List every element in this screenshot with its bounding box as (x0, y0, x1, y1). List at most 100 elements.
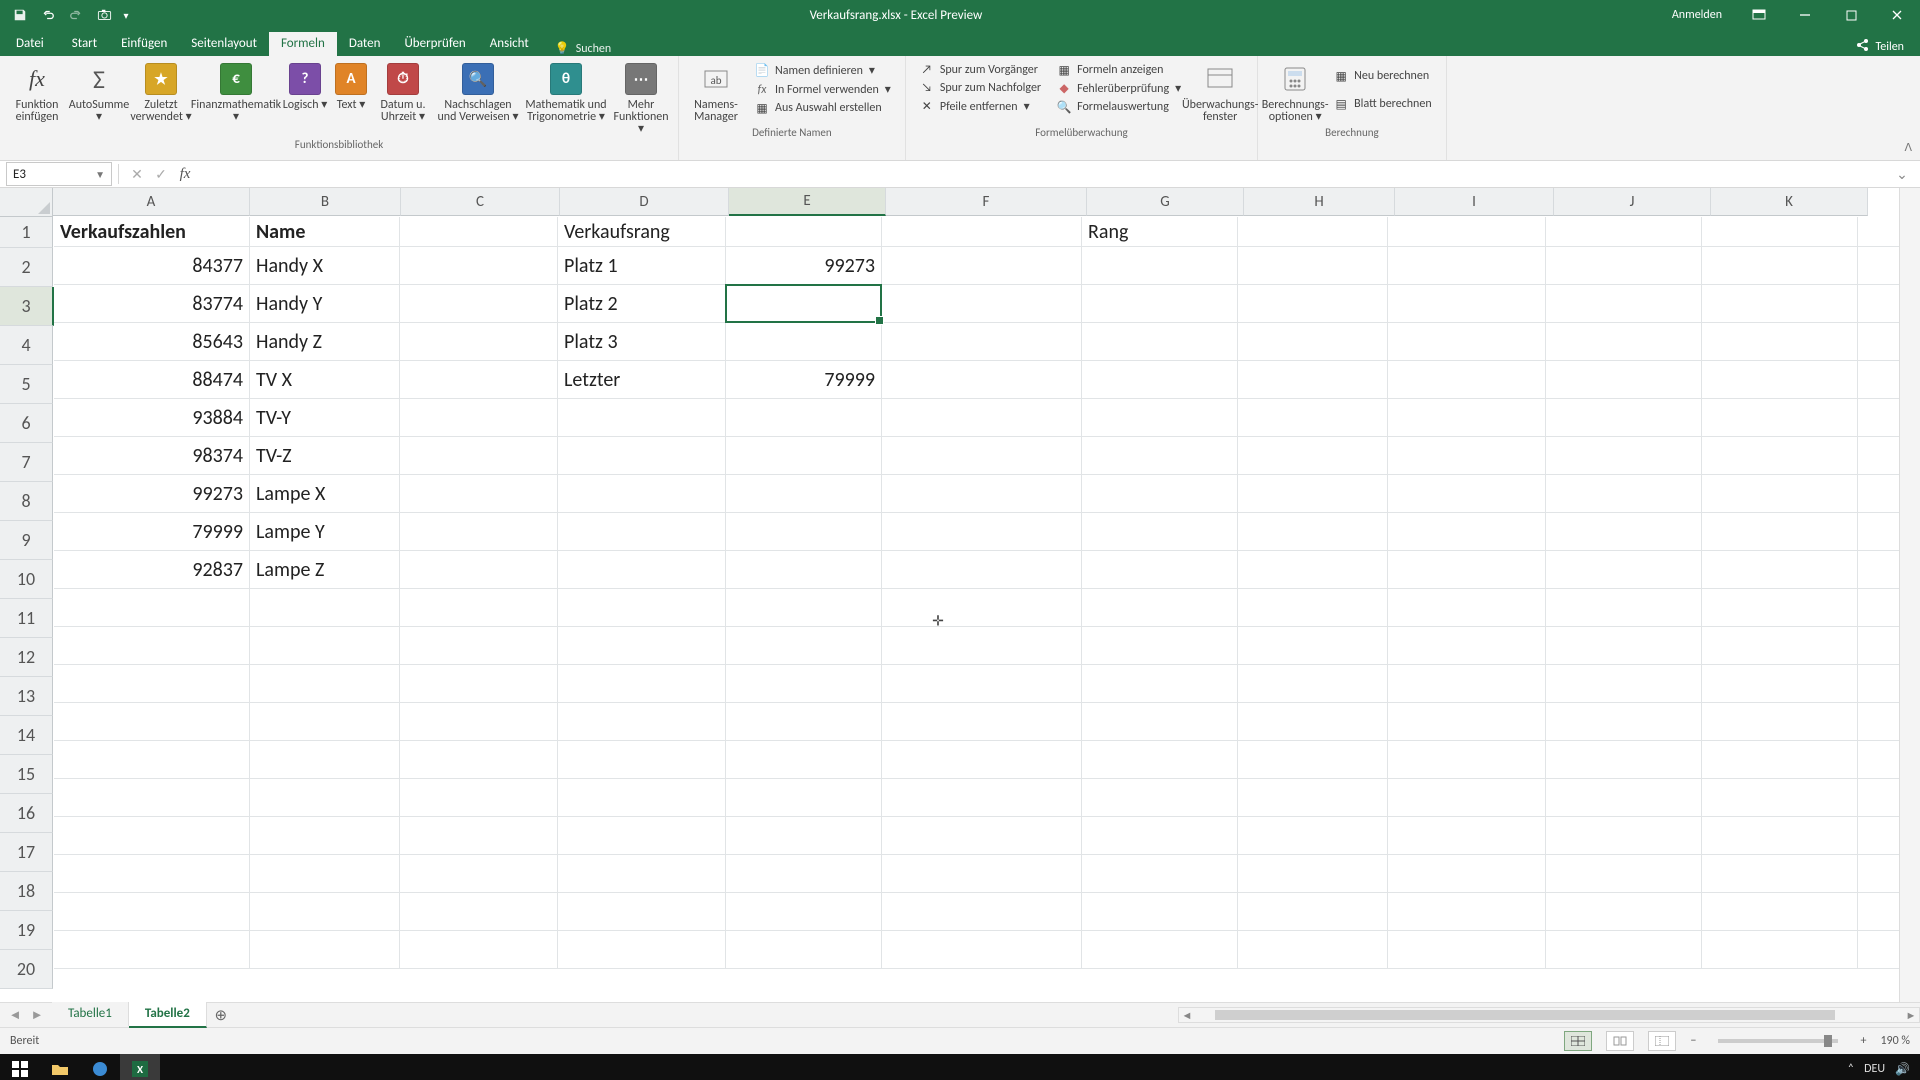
spreadsheet-grid[interactable]: ABCDEFGHIJK 1234567891011121314151617181… (0, 188, 1920, 1002)
tab-überprüfen[interactable]: Überprüfen (392, 32, 477, 56)
cell-D5[interactable]: Letzter (558, 361, 726, 399)
row-header-13[interactable]: 13 (0, 677, 53, 716)
page-break-view-button[interactable] (1648, 1031, 1676, 1051)
lookup-button[interactable]: 🔍Nachschlagenund Verweisen ▾ (434, 59, 522, 123)
use-in-formula-button[interactable]: fxIn Formel verwenden ▾ (755, 82, 891, 97)
tray-lang[interactable]: DEU (1864, 1062, 1885, 1076)
row-header-8[interactable]: 8 (0, 482, 53, 521)
excel-taskbar-icon[interactable]: X (120, 1054, 160, 1080)
calculation-options-button[interactable]: Berechnungs-optionen ▾ (1264, 59, 1326, 123)
expand-formula-bar-icon[interactable]: ⌄ (1890, 166, 1914, 183)
vertical-scrollbar[interactable] (1899, 188, 1920, 1002)
sheet-nav-prev-icon[interactable]: ◄ (4, 1007, 26, 1023)
page-layout-view-button[interactable] (1606, 1031, 1634, 1051)
col-header-E[interactable]: E (729, 188, 886, 216)
cell-A8[interactable]: 99273 (54, 475, 250, 513)
name-manager-button[interactable]: abNamens-Manager (685, 59, 747, 123)
row-header-2[interactable]: 2 (0, 248, 53, 287)
qat-customize-icon[interactable]: ▾ (118, 0, 134, 30)
zoom-level[interactable]: 190 % (1880, 1034, 1910, 1048)
row-header-14[interactable]: 14 (0, 716, 53, 755)
remove-arrows-button[interactable]: ✕Pfeile entfernen ▾ (920, 99, 1041, 114)
calculate-now-button[interactable]: ▦Neu berechnen (1334, 69, 1431, 83)
tab-seitenlayout[interactable]: Seitenlayout (179, 32, 269, 56)
row-header-1[interactable]: 1 (0, 217, 53, 248)
formula-input[interactable] (197, 163, 1890, 185)
date-time-button[interactable]: ⏱Datum u.Uhrzeit ▾ (372, 59, 434, 123)
row-header-16[interactable]: 16 (0, 794, 53, 833)
tab-formeln[interactable]: Formeln (269, 32, 337, 56)
create-from-selection-button[interactable]: ▦Aus Auswahl erstellen (755, 101, 891, 115)
row-header-18[interactable]: 18 (0, 872, 53, 911)
trace-precedents-button[interactable]: ↗Spur zum Vorgänger (920, 63, 1041, 77)
cell-A10[interactable]: 92837 (54, 551, 250, 589)
close-icon[interactable] (1874, 0, 1920, 30)
col-header-D[interactable]: D (560, 188, 729, 216)
collapse-ribbon-icon[interactable]: ᐱ (1904, 141, 1912, 154)
define-name-button[interactable]: 📄Namen definieren ▾ (755, 63, 891, 78)
col-header-J[interactable]: J (1554, 188, 1711, 216)
share-button[interactable]: Teilen (1839, 38, 1920, 56)
camera-icon[interactable] (90, 0, 118, 30)
new-sheet-button[interactable]: ⊕ (207, 1006, 235, 1025)
watch-window-button[interactable]: Überwachungs-fenster (1189, 59, 1251, 123)
logical-button[interactable]: ?Logisch ▾ (280, 59, 330, 111)
cell-D2[interactable]: Platz 1 (558, 247, 726, 285)
cell-B7[interactable]: TV-Z (250, 437, 400, 475)
col-header-B[interactable]: B (250, 188, 401, 216)
row-header-9[interactable]: 9 (0, 521, 53, 560)
cell-A5[interactable]: 88474 (54, 361, 250, 399)
normal-view-button[interactable] (1564, 1031, 1592, 1051)
evaluate-formula-button[interactable]: 🔍Formelauswertung (1057, 100, 1181, 114)
row-header-19[interactable]: 19 (0, 911, 53, 950)
calculate-sheet-button[interactable]: ▤Blatt berechnen (1334, 97, 1431, 111)
cell-B3[interactable]: Handy Y (250, 285, 400, 323)
tray-volume-icon[interactable]: 🔊 (1895, 1062, 1910, 1077)
cell-D3[interactable]: Platz 2 (558, 285, 726, 323)
sheet-tab-tabelle2[interactable]: Tabelle2 (129, 1001, 207, 1028)
row-header-5[interactable]: 5 (0, 365, 53, 404)
zoom-in-button[interactable]: + (1860, 1034, 1866, 1048)
col-header-C[interactable]: C (401, 188, 560, 216)
col-header-H[interactable]: H (1244, 188, 1395, 216)
cell-E5[interactable]: 79999 (726, 361, 882, 399)
sheet-nav-next-icon[interactable]: ► (26, 1007, 48, 1023)
name-box[interactable]: E3 ▼ (6, 162, 112, 186)
tab-start[interactable]: Start (60, 32, 109, 56)
cell-A4[interactable]: 85643 (54, 323, 250, 361)
undo-icon[interactable] (34, 0, 62, 30)
autosum-button[interactable]: ΣAutoSumme▾ (68, 59, 130, 123)
ribbon-display-icon[interactable] (1736, 0, 1782, 30)
cell-B10[interactable]: Lampe Z (250, 551, 400, 589)
cell-B4[interactable]: Handy Z (250, 323, 400, 361)
insert-function-icon[interactable]: fx (173, 166, 197, 183)
tab-ansicht[interactable]: Ansicht (478, 32, 541, 56)
cell-B1[interactable]: Name (250, 217, 400, 247)
cell-A9[interactable]: 79999 (54, 513, 250, 551)
file-explorer-icon[interactable] (40, 1054, 80, 1080)
save-icon[interactable] (6, 0, 34, 30)
cell-B9[interactable]: Lampe Y (250, 513, 400, 551)
row-header-11[interactable]: 11 (0, 599, 53, 638)
row-header-4[interactable]: 4 (0, 326, 53, 365)
chevron-down-icon[interactable]: ▼ (95, 168, 105, 181)
cell-E2[interactable]: 99273 (726, 247, 882, 285)
minimize-icon[interactable] (1782, 0, 1828, 30)
text-button[interactable]: AText ▾ (330, 59, 372, 111)
row-header-10[interactable]: 10 (0, 560, 53, 599)
more-functions-button[interactable]: ⋯MehrFunktionen ▾ (610, 59, 672, 135)
tab-file[interactable]: Datei (0, 32, 60, 56)
insert-function-button[interactable]: fxFunktioneinfügen (6, 59, 68, 123)
cell-B8[interactable]: Lampe X (250, 475, 400, 513)
financial-button[interactable]: €Finanzmathematik ▾ (192, 59, 280, 123)
cell-B5[interactable]: TV X (250, 361, 400, 399)
math-trig-button[interactable]: θMathematik undTrigonometrie ▾ (522, 59, 610, 123)
cell-B2[interactable]: Handy X (250, 247, 400, 285)
col-header-A[interactable]: A (53, 188, 250, 216)
cell-D1[interactable]: Verkaufsrang (558, 217, 726, 247)
sign-in-link[interactable]: Anmelden (1658, 8, 1736, 22)
tab-daten[interactable]: Daten (337, 32, 393, 56)
row-header-20[interactable]: 20 (0, 950, 53, 989)
select-all-corner[interactable] (0, 188, 53, 217)
col-header-K[interactable]: K (1711, 188, 1868, 216)
